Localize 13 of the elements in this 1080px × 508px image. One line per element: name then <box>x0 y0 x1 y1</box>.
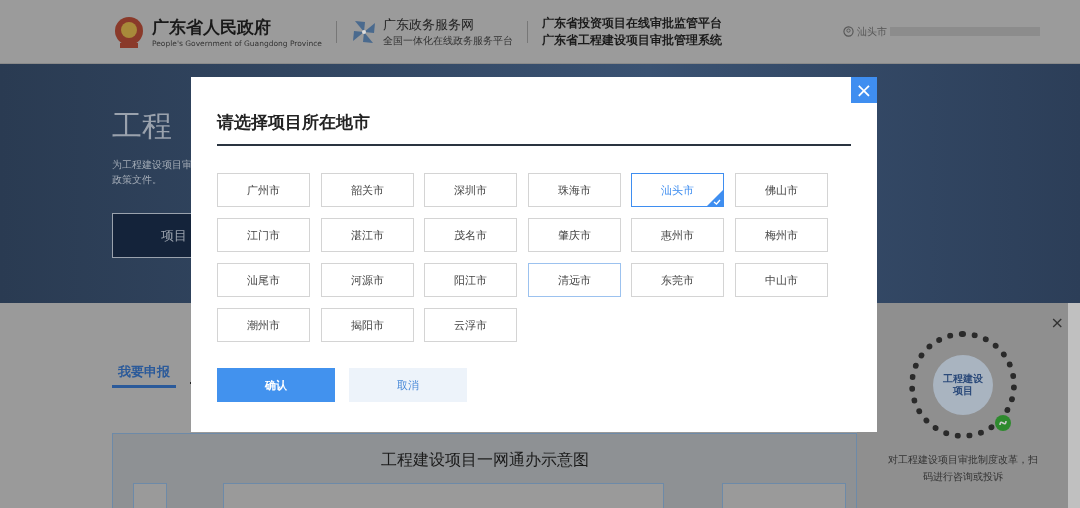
qr-label: 项目 <box>952 385 973 397</box>
hero-description: 政策文件。 <box>112 173 162 187</box>
qr-caption: 对工程建设项目审批制度改革，扫码进行咨询或投诉 <box>887 453 1038 484</box>
hero-title: 工程 <box>112 107 172 145</box>
dialog-title: 请选择项目所在地市 <box>217 111 851 146</box>
qr-label: 工程建设 <box>942 373 983 385</box>
hero-description: 为工程建设项目审 <box>112 158 192 172</box>
platform-name: 广东省工程建设项目审批管理系统 <box>541 32 722 48</box>
service-name: 广东政务服务网 <box>382 15 475 34</box>
government-name: 广东省人民政府 <box>152 15 272 39</box>
diagram-title: 工程建设项目一网通办示意图 <box>379 450 590 471</box>
service-subtitle: 全国一体化在线政务服务平台 <box>382 33 513 48</box>
platform-name: 广东省投资项目在线审批监管平台 <box>541 15 722 31</box>
